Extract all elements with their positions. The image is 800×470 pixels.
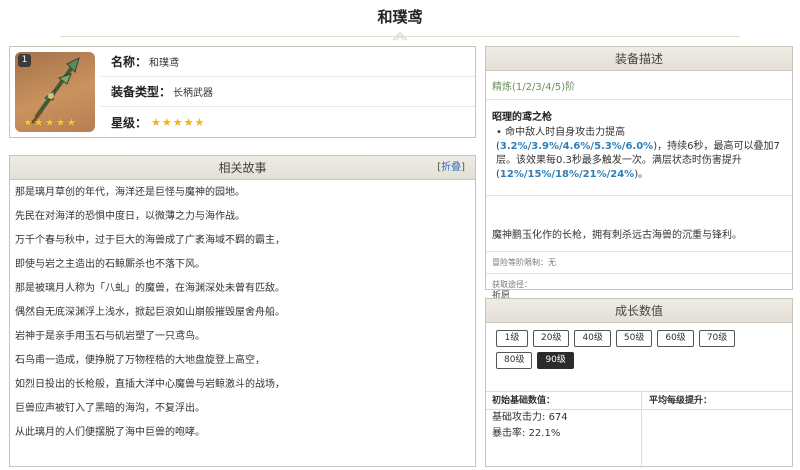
level-button[interactable]: 40级 (574, 330, 611, 347)
avg-growth-header: 平均每级提升： (643, 392, 792, 410)
adventure-rank-limit: 冒险等阶限制：无 (486, 252, 792, 274)
page-title: 和璞鸢 (377, 8, 423, 26)
description-title: 装备描述 (614, 52, 663, 66)
avg-growth-column: 平均每级提升： (643, 392, 792, 468)
story-line: 如烈日投出的长枪般，直插大洋中心魔兽与岩鲸激斗的战场， (15, 379, 285, 390)
bracket-close: ] (461, 162, 465, 173)
stat-table: 初始基础数值： 基础攻击力: 674 暴击率: 22.1% 平均每级提升： (486, 391, 792, 468)
level-button[interactable]: 90级 (537, 352, 574, 369)
title-ornament-icon (392, 32, 408, 41)
weapon-name: 和璞鸢 (149, 58, 180, 69)
weapon-type: 长柄武器 (173, 88, 214, 99)
story-header: 相关故事 [折叠] (10, 156, 475, 180)
star-rating: ★★★★★ (151, 115, 206, 129)
obtain-method: 获取途径： 祈愿 (486, 274, 792, 301)
growth-header: 成长数值 (486, 299, 792, 323)
story-line: 偶然自无底深渊浮上浅水，掀起巨浪如山崩般摧毁屋舍舟船。 (15, 307, 285, 318)
level-button[interactable]: 1级 (496, 330, 528, 347)
obtain-label: 获取途径： (492, 280, 532, 289)
base-stats-header: 初始基础数值： (486, 392, 641, 410)
refine-levels: 精炼(1/2/3/4/5)阶 (486, 71, 792, 100)
art-star-rating: ★★★★★ (23, 116, 78, 129)
info-label: 名称： (111, 55, 148, 69)
stat-crit-rate: 暴击率: 22.1% (486, 426, 641, 442)
story-line: 巨兽应声被钉入了黑暗的海沟，不复浮出。 (15, 403, 205, 414)
stat-label: 基础攻击力: (492, 412, 546, 423)
story-line: 从此璃月的人们便摆脱了海中巨兽的咆哮。 (15, 427, 205, 438)
story-line: 那是被璃月人称为「八虬」的魔兽，在海渊深处未曾有匹敌。 (15, 283, 285, 294)
level-button[interactable]: 60级 (657, 330, 694, 347)
story-line: 即使与岩之主造出的石鲸厮杀也不落下风。 (15, 259, 205, 270)
story-panel: 相关故事 [折叠] 那是璃月草创的年代，海洋还是巨怪与魔神的园地。 先民在对海洋的… (9, 155, 476, 467)
story-line: 石鸟甫一造成，便挣脱了万物桎梏的大地盘旋登上高空， (15, 355, 265, 366)
skill-text: • 命中敌人时自身攻击力提高(3.2%/3.9%/4.6%/5.3%/6.0%)… (492, 126, 786, 182)
story-line: 那是璃月草创的年代，海洋还是巨怪与魔神的园地。 (15, 187, 245, 198)
level-button[interactable]: 20级 (533, 330, 570, 347)
weapon-image: 1 ★★★★★ (15, 52, 95, 132)
story-body: 那是璃月草创的年代，海洋还是巨怪与魔神的园地。 先民在对海洋的恐惧中度日，以微薄之… (10, 180, 475, 440)
skill-value-dmg: 12%/15%/18%/21%/24% (499, 169, 635, 180)
story-line: 岩神于是亲手用玉石与矶岩塑了一只鸢鸟。 (15, 331, 205, 342)
growth-title: 成长数值 (614, 304, 663, 318)
level-button[interactable]: 70级 (698, 330, 736, 347)
flavor-text: 魔神鹏玉化作的长枪，拥有刺杀远古海兽的沉重与锋利。 (486, 220, 792, 252)
info-row-rarity: 星级： ★★★★★ (101, 107, 475, 137)
story-line: 万千个春与秋中，过于巨大的海兽成了广袤海域不羁的霸主， (15, 235, 285, 246)
level-button[interactable]: 50级 (615, 330, 653, 347)
weapon-info-panel: 1 ★★★★★ 名称： 和璞鸢 装备类型： 长柄武器 星级： ★★★★★ (9, 46, 476, 138)
stat-value: 22.1% (528, 428, 561, 439)
stat-base-atk: 基础攻击力: 674 (486, 410, 641, 426)
growth-panel: 成长数值 1级 20级 40级 50级 60级 70级 80级 90级 初始基础数值： 基础攻… (485, 298, 793, 468)
base-stats-column: 初始基础数值： 基础攻击力: 674 暴击率: 22.1% (486, 392, 642, 468)
stat-value: 674 (548, 412, 568, 423)
description-panel: 装备描述 精炼(1/2/3/4/5)阶 昭理的鸢之枪 • 命中敌人时自身攻击力提… (485, 46, 793, 301)
story-line: 先民在对海洋的恐惧中度日，以微薄之力与海作战。 (15, 211, 245, 222)
stat-label: 暴击率: (492, 428, 526, 439)
info-row-name: 名称： 和璞鸢 (101, 47, 475, 77)
description-header: 装备描述 (486, 47, 792, 71)
collapse-link[interactable]: 折叠 (441, 162, 461, 173)
skill-value-atk: 3.2%/3.9%/4.6%/5.3%/6.0% (499, 141, 654, 152)
skill-name: 昭理的鸢之枪 (492, 112, 552, 123)
info-label: 星级： (111, 115, 148, 130)
level-button[interactable]: 80级 (496, 352, 533, 369)
story-title: 相关故事 (218, 161, 267, 175)
skill-text-part: )。 (634, 169, 649, 180)
info-row-type: 装备类型： 长柄武器 (101, 77, 475, 107)
rarity-badge: 1 (18, 54, 31, 67)
level-selector: 1级 20级 40级 50级 60级 70级 80级 90级 (486, 323, 792, 374)
skill-block: 昭理的鸢之枪 • 命中敌人时自身攻击力提高(3.2%/3.9%/4.6%/5.3… (486, 100, 792, 196)
info-label: 装备类型： (111, 85, 172, 99)
collapse-toggle[interactable]: [折叠] (437, 156, 465, 180)
